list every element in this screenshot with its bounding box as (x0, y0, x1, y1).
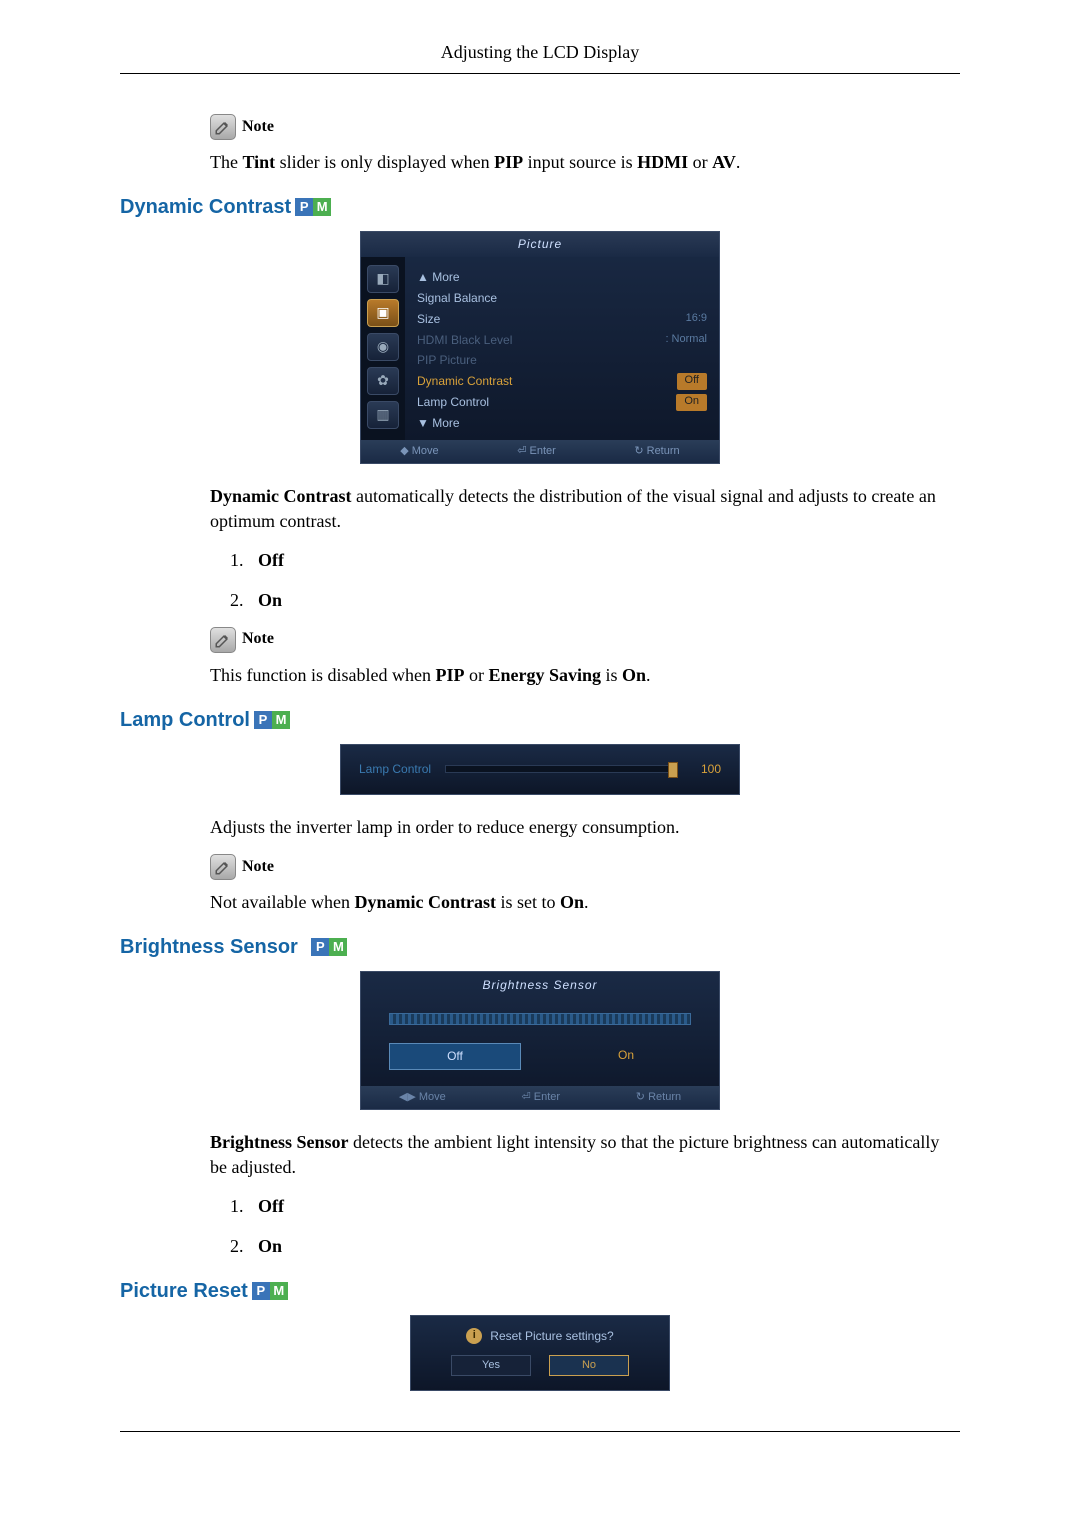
footer-move: ◆ Move (400, 444, 438, 459)
menu-title: Brightness Sensor (361, 972, 719, 999)
screenshot-picture-reset: i Reset Picture settings? Yes No (410, 1315, 670, 1391)
dialog-message-row: i Reset Picture settings? (427, 1328, 653, 1345)
p-icon: P (295, 198, 313, 216)
p-icon: P (254, 711, 272, 729)
menu-item-list: ▲ More Signal Balance Size16:9 HDMI Blac… (405, 257, 719, 439)
option-on: On (561, 1043, 691, 1070)
note-block: Note (210, 627, 960, 653)
pencil-note-icon (210, 854, 236, 880)
pencil-note-icon (210, 114, 236, 140)
m-icon: M (272, 711, 290, 729)
menu-more-up: ▲ More (417, 267, 707, 288)
menu-more-down: ▼ More (417, 413, 707, 434)
heading-picture-reset: Picture Reset PM (120, 1277, 960, 1305)
top-rule (120, 73, 960, 74)
menu-item-lamp-control: Lamp ControlOn (417, 392, 707, 413)
heading-dynamic-contrast: Dynamic Contrast PM (120, 193, 960, 221)
pm-badge: PM (311, 938, 347, 956)
m-icon: M (329, 938, 347, 956)
menu-icon-setup: ✿ (367, 367, 399, 395)
menu-item-hdmi-black: HDMI Black Level: Normal (417, 330, 707, 351)
dynamic-contrast-desc: Dynamic Contrast automatically detects t… (210, 484, 960, 534)
menu-icon-mode: ◧ (367, 265, 399, 293)
menu-footer: ◆ Move ⏎ Enter ↻ Return (361, 440, 719, 463)
menu-title: Picture (361, 232, 719, 257)
list-item: On (248, 588, 960, 613)
slider-value: 100 (691, 761, 721, 778)
dialog-message: Reset Picture settings? (490, 1328, 613, 1345)
pm-badge: PM (254, 711, 290, 729)
note-block: Note (210, 114, 960, 140)
screenshot-brightness-sensor: Brightness Sensor Off On ◀▶ Move ⏎ Enter… (360, 971, 720, 1110)
dynamic-contrast-note-text: This function is disabled when PIP or En… (210, 663, 960, 688)
m-icon: M (313, 198, 331, 216)
dialog-buttons: Yes No (427, 1355, 653, 1376)
note-label: Note (242, 856, 274, 878)
screenshot-lamp-slider: Lamp Control 100 (340, 744, 740, 795)
dynamic-contrast-list: Off On (248, 548, 960, 612)
footer-return: ↻ Return (636, 1090, 681, 1105)
note-label: Note (242, 628, 274, 650)
tint-note-text: The Tint slider is only displayed when P… (210, 150, 960, 175)
menu-footer: ◀▶ Move ⏎ Enter ↻ Return (361, 1086, 719, 1109)
slider-thumb (668, 762, 678, 778)
bottom-rule (120, 1431, 960, 1432)
footer-enter: ⏎ Enter (517, 444, 556, 459)
footer-move: ◀▶ Move (399, 1090, 446, 1105)
option-row: Off On (389, 1043, 691, 1070)
brightness-sensor-desc: Brightness Sensor detects the ambient li… (210, 1130, 960, 1180)
p-icon: P (252, 1282, 270, 1300)
option-off: Off (389, 1043, 521, 1070)
footer-return: ↻ Return (634, 444, 679, 459)
heading-lamp-control: Lamp Control PM (120, 706, 960, 734)
menu-item-dynamic-contrast: Dynamic ContrastOff (417, 371, 707, 392)
menu-item-size: Size16:9 (417, 309, 707, 330)
note-block: Note (210, 854, 960, 880)
page-header: Adjusting the LCD Display (120, 40, 960, 65)
menu-icon-sound: ◉ (367, 333, 399, 361)
list-item: Off (248, 548, 960, 573)
dialog-yes-button: Yes (451, 1355, 531, 1376)
brightness-bar (389, 1013, 691, 1025)
brightness-sensor-list: Off On (248, 1194, 960, 1258)
screenshot-picture-menu: Picture ◧ ▣ ◉ ✿ ▥ ▲ More Signal Balance … (360, 231, 720, 464)
dialog-no-button: No (549, 1355, 629, 1376)
lamp-control-note-text: Not available when Dynamic Contrast is s… (210, 890, 960, 915)
list-item: Off (248, 1194, 960, 1219)
menu-item-pip-picture: PIP Picture (417, 350, 707, 371)
pencil-note-icon (210, 627, 236, 653)
info-icon: i (466, 1328, 482, 1344)
lamp-control-desc: Adjusts the inverter lamp in order to re… (210, 815, 960, 840)
heading-brightness-sensor: Brightness Sensor PM (120, 933, 960, 961)
m-icon: M (270, 1282, 288, 1300)
list-item: On (248, 1234, 960, 1259)
footer-enter: ⏎ Enter (521, 1090, 560, 1105)
pm-badge: PM (252, 1282, 288, 1300)
menu-icon-rail: ◧ ▣ ◉ ✿ ▥ (361, 257, 405, 439)
menu-icon-multi: ▥ (367, 401, 399, 429)
note-label: Note (242, 116, 274, 138)
pm-badge: PM (295, 198, 331, 216)
menu-item-signal-balance: Signal Balance (417, 288, 707, 309)
slider-track (445, 765, 677, 773)
slider-label: Lamp Control (359, 761, 431, 778)
menu-icon-picture: ▣ (367, 299, 399, 327)
p-icon: P (311, 938, 329, 956)
